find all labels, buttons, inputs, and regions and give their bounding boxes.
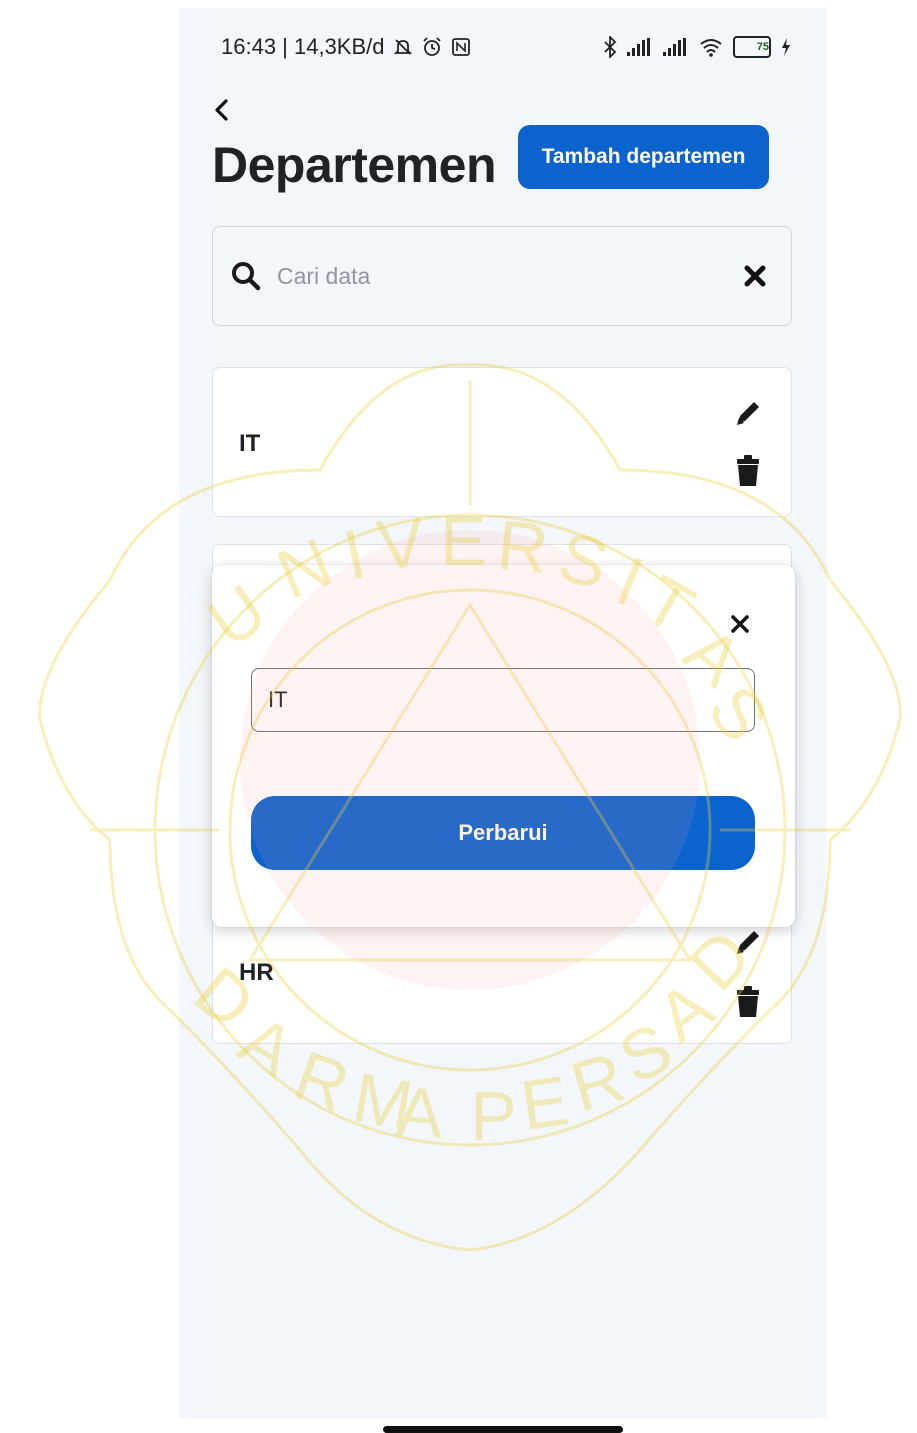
search-icon bbox=[232, 262, 261, 291]
nfc-icon bbox=[451, 38, 470, 56]
signal-icon bbox=[627, 38, 650, 56]
edit-button[interactable] bbox=[731, 925, 765, 959]
close-icon bbox=[731, 615, 749, 633]
add-department-button[interactable]: Tambah departemen bbox=[518, 125, 769, 189]
status-left: 16:43 | 14,3KB/d bbox=[221, 34, 471, 60]
status-right: 75 bbox=[603, 36, 791, 58]
chevron-left-icon bbox=[215, 99, 228, 121]
update-button[interactable]: Perbarui bbox=[251, 796, 755, 870]
bluetooth-icon bbox=[604, 36, 617, 58]
trash-icon bbox=[737, 455, 759, 486]
charging-icon bbox=[782, 38, 790, 56]
app-screen: 16:43 | 14,3KB/d 75 Departemen Tambah de… bbox=[179, 8, 827, 1418]
edit-button[interactable] bbox=[731, 396, 765, 430]
delete-button[interactable] bbox=[731, 454, 765, 488]
department-name: IT bbox=[239, 430, 261, 457]
pencil-icon bbox=[737, 402, 759, 425]
status-time-speed: 16:43 | 14,3KB/d bbox=[221, 34, 385, 59]
delete-button[interactable] bbox=[731, 985, 765, 1019]
search-input[interactable] bbox=[275, 261, 743, 291]
wifi-icon bbox=[700, 39, 722, 57]
edit-department-modal: Perbarui bbox=[212, 565, 795, 927]
close-icon bbox=[744, 265, 766, 287]
pencil-icon bbox=[737, 931, 759, 954]
status-bar: 16:43 | 14,3KB/d 75 bbox=[221, 32, 791, 62]
department-name-field[interactable] bbox=[251, 668, 755, 732]
battery-level: 75 bbox=[756, 41, 769, 53]
page-title: Departemen bbox=[212, 137, 497, 193]
trash-icon bbox=[737, 986, 759, 1017]
department-card: IT bbox=[212, 367, 792, 517]
department-name: HR bbox=[239, 959, 274, 986]
home-indicator[interactable] bbox=[383, 1426, 623, 1433]
signal-icon bbox=[663, 38, 686, 56]
alarm-icon bbox=[422, 37, 441, 56]
search-bar bbox=[212, 226, 792, 326]
modal-close-button[interactable] bbox=[725, 609, 755, 639]
mute-bell-icon bbox=[393, 39, 412, 55]
battery-icon: 75 bbox=[733, 36, 771, 58]
clear-search-button[interactable] bbox=[743, 264, 767, 288]
back-button[interactable] bbox=[207, 92, 237, 128]
